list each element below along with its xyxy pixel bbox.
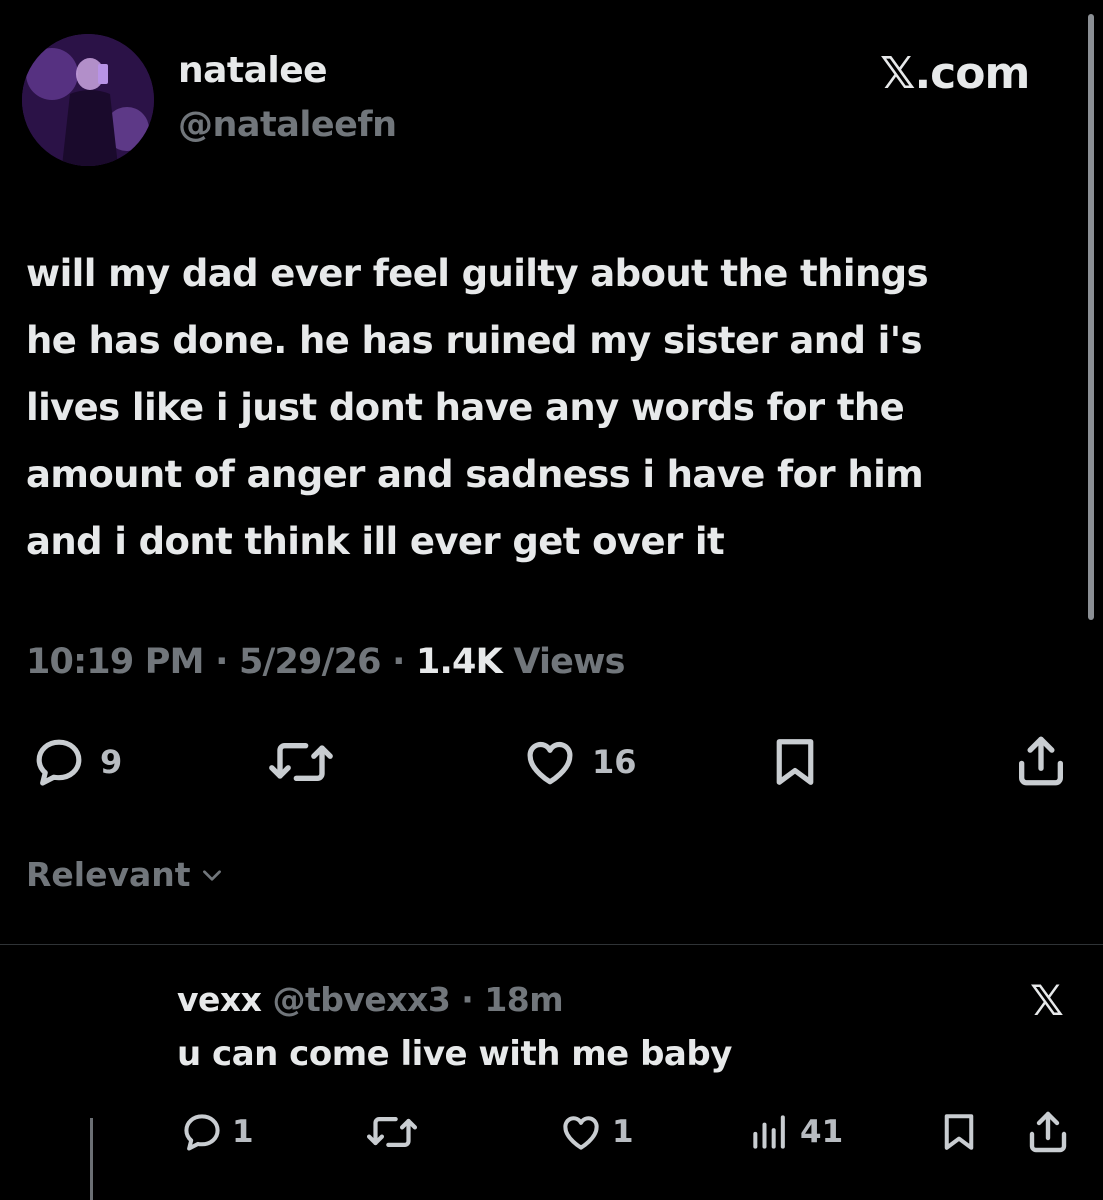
reply-reply-count: 1	[232, 1114, 254, 1150]
like-count: 16	[592, 743, 637, 781]
reply-repost-button[interactable]	[366, 1110, 418, 1154]
reply-icon	[36, 739, 82, 786]
author-display-name[interactable]: natalee	[178, 50, 328, 91]
reply-like-button[interactable]: 1	[558, 1110, 634, 1154]
post-text: will my dad ever feel guilty about the t…	[26, 252, 929, 563]
views-count: 1.4K	[415, 642, 503, 682]
sort-dropdown[interactable]: Relevant	[26, 855, 225, 894]
author-handle[interactable]: @nataleefn	[178, 105, 397, 145]
repost-icon	[366, 1117, 418, 1147]
brand-watermark: 𝕏.com	[880, 48, 1030, 99]
sort-label: Relevant	[26, 855, 191, 894]
share-icon	[1019, 736, 1063, 786]
bookmark-button[interactable]	[768, 734, 822, 790]
reply-author-handle[interactable]: @tbvexx3	[272, 980, 450, 1019]
post-meta: 10:19 PM · 5/29/26 · 1.4K Views	[26, 642, 625, 682]
chevron-down-icon	[202, 869, 221, 881]
share-icon	[1029, 1111, 1067, 1153]
reply-button[interactable]: 9	[30, 734, 122, 790]
avatar-image	[22, 34, 154, 166]
reply-text: u can come live with me baby	[177, 1034, 732, 1074]
x-logo-icon: 𝕏	[1030, 976, 1064, 1025]
bookmark-icon	[776, 739, 814, 785]
repost-icon	[269, 742, 333, 782]
reply-reply-button[interactable]: 1	[180, 1110, 254, 1154]
reply-like-count: 1	[612, 1114, 634, 1150]
reply-separator: ·	[461, 980, 474, 1019]
reply-views-button[interactable]: 41	[748, 1110, 843, 1154]
reply-author-name[interactable]: vexx	[177, 980, 262, 1019]
avatar[interactable]	[22, 34, 154, 166]
bookmark-icon	[944, 1114, 974, 1150]
views-icon	[753, 1115, 785, 1149]
reply-bookmark-button[interactable]	[938, 1110, 980, 1154]
views-label: Views	[513, 642, 625, 682]
reply-views-count: 41	[800, 1114, 844, 1150]
heart-icon	[527, 742, 573, 785]
repost-button[interactable]	[268, 734, 334, 790]
post-date[interactable]: 5/29/26	[239, 642, 382, 682]
reply-header: vexx @tbvexx3 · 18m	[177, 980, 564, 1019]
post-time[interactable]: 10:19 PM	[26, 642, 204, 682]
scrollbar[interactable]	[1088, 14, 1094, 620]
heart-icon	[563, 1116, 599, 1150]
reply-share-button[interactable]	[1024, 1108, 1072, 1156]
meta-separator: ·	[215, 642, 228, 682]
like-button[interactable]: 16	[520, 734, 637, 790]
divider	[0, 944, 1103, 945]
reply-count: 9	[100, 743, 123, 781]
reply-icon	[184, 1114, 220, 1151]
share-button[interactable]	[1012, 732, 1070, 790]
thread-line	[90, 1118, 93, 1200]
reply-age[interactable]: 18m	[484, 980, 563, 1019]
meta-separator: ·	[392, 642, 405, 682]
